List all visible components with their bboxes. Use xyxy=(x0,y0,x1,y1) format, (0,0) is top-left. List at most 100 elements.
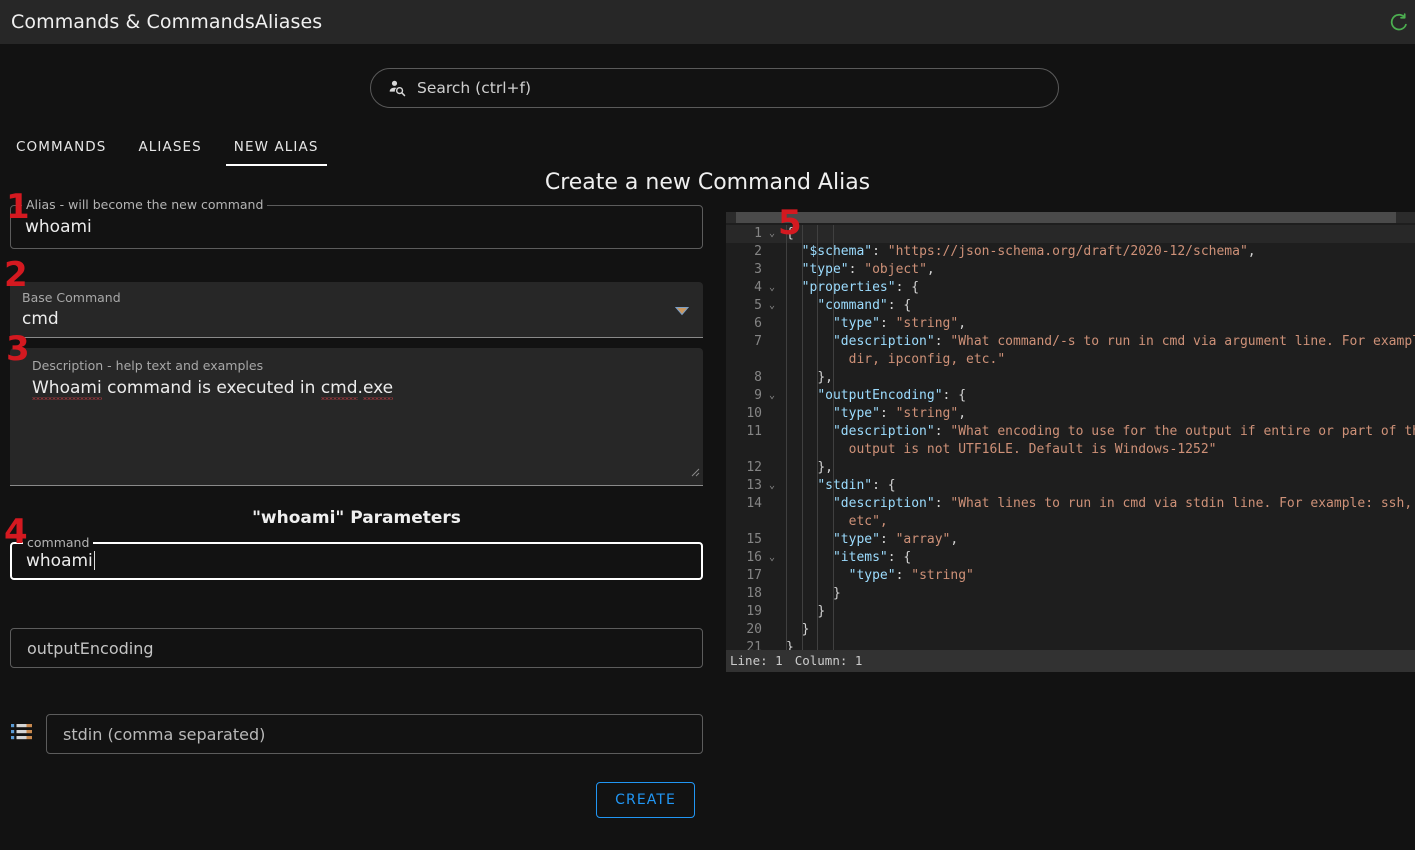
editor-code-line[interactable]: { xyxy=(778,225,1415,243)
command-param-label: command xyxy=(23,536,94,550)
code-token: "type" xyxy=(832,532,880,547)
editor-line-number: 4 ⌄ xyxy=(754,279,775,297)
editor-code-line[interactable]: "type": "object", xyxy=(778,261,1415,279)
editor-line-number xyxy=(726,351,778,369)
editor-code-line[interactable]: } xyxy=(778,603,1415,621)
code-token: : xyxy=(848,262,865,277)
editor-code-line[interactable]: "command": { xyxy=(778,297,1415,315)
annotation-marker-2: 2 xyxy=(4,255,28,295)
command-param-text: whoami xyxy=(26,551,93,571)
code-token: : xyxy=(879,406,896,421)
editor-line-number: 14 xyxy=(746,496,762,511)
editor-code-line[interactable]: "properties": { xyxy=(778,279,1415,297)
code-token: "outputEncoding" xyxy=(817,388,943,403)
annotation-marker-5: 5 xyxy=(778,203,802,243)
code-token: , xyxy=(958,406,967,421)
editor-line-number: 18 xyxy=(746,586,762,601)
code-token: "string" xyxy=(895,316,959,331)
editor-line-indicator: Line: 1 xyxy=(730,653,783,668)
json-schema-editor[interactable]: 1 ⌄ 2 3 4 ⌄ 5 ⌄ 6 7 8 9 ⌄ 10 11 12 13 ⌄ 14 15 16 ⌄ 17 18 19 20 21 … xyxy=(726,212,1415,672)
code-token: "https://json-schema.org/draft/2020-12/s… xyxy=(887,244,1248,259)
code-token: }, xyxy=(817,460,833,475)
stdin-param-field[interactable]: stdin (comma separated) xyxy=(46,714,703,754)
editor-code-line[interactable]: "type": "string", xyxy=(778,315,1415,333)
editor-code-line[interactable]: "description": "What encoding to use for… xyxy=(778,423,1415,441)
chevron-down-icon[interactable]: ⌄ xyxy=(769,549,775,567)
form-heading: Create a new Command Alias xyxy=(544,170,871,195)
editor-line-number: 12 xyxy=(746,460,762,475)
code-token: , xyxy=(950,532,959,547)
command-param-field[interactable]: command whoami xyxy=(10,536,703,580)
code-token: "description" xyxy=(832,334,935,349)
editor-code-line[interactable]: dir, ipconfig, etc." xyxy=(778,351,1415,369)
description-field[interactable]: Description - help text and examples Who… xyxy=(10,348,703,486)
page-title: Commands & CommandsAliases xyxy=(11,11,323,33)
code-token: "stdin" xyxy=(817,478,873,493)
code-token: "description" xyxy=(832,424,935,439)
list-icon[interactable] xyxy=(10,722,34,746)
alias-field[interactable]: Alias - will become the new command whoa… xyxy=(10,198,703,249)
alias-field-value: whoami xyxy=(25,217,92,237)
chevron-down-icon[interactable]: ⌄ xyxy=(769,279,775,297)
editor-code-line[interactable]: "type": "array", xyxy=(778,531,1415,549)
editor-line-number: 7 xyxy=(754,334,762,349)
annotation-marker-3: 3 xyxy=(6,329,30,369)
create-button[interactable]: CREATE xyxy=(596,782,695,818)
code-token: "type" xyxy=(832,406,880,421)
chevron-down-icon[interactable] xyxy=(674,300,690,319)
editor-code-line[interactable]: } xyxy=(778,639,1415,650)
scrollbar-thumb[interactable] xyxy=(736,212,1396,223)
editor-line-number: 15 xyxy=(746,532,762,547)
editor-line-number: 19 xyxy=(746,604,762,619)
editor-code-line[interactable]: "description": "What lines to run in cmd… xyxy=(778,495,1415,513)
code-token: : { xyxy=(887,550,912,565)
editor-code-area[interactable]: 1 ⌄ 2 3 4 ⌄ 5 ⌄ 6 7 8 9 ⌄ 10 11 12 13 ⌄ 14 15 16 ⌄ 17 18 19 20 21 … xyxy=(726,223,1415,655)
editor-line-number: 11 xyxy=(746,424,762,439)
editor-code-line[interactable]: "description": "What command/-s to run i… xyxy=(778,333,1415,351)
editor-code-line[interactable]: "type": "string" xyxy=(778,567,1415,585)
description-word-0: Whoami xyxy=(32,378,102,398)
base-command-field[interactable]: Base Command cmd xyxy=(10,282,703,338)
refresh-button[interactable] xyxy=(1388,11,1415,33)
resize-handle[interactable] xyxy=(688,462,700,481)
output-encoding-placeholder: outputEncoding xyxy=(27,638,154,658)
refresh-icon xyxy=(1390,13,1407,31)
editor-code-line[interactable]: } xyxy=(778,585,1415,603)
output-encoding-param-field[interactable]: outputEncoding xyxy=(10,628,703,668)
search-placeholder: Search (ctrl+f) xyxy=(417,79,531,97)
editor-code-line[interactable]: }, xyxy=(778,459,1415,477)
search-input[interactable]: Search (ctrl+f) xyxy=(370,68,1059,108)
chevron-down-icon[interactable]: ⌄ xyxy=(769,477,775,495)
code-token: : xyxy=(934,334,951,349)
editor-code-line[interactable]: "$schema": "https://json-schema.org/draf… xyxy=(778,243,1415,261)
chevron-down-icon[interactable]: ⌄ xyxy=(769,225,775,243)
parameters-heading: "whoami" Parameters xyxy=(252,508,461,528)
editor-code-line[interactable]: etc", xyxy=(778,513,1415,531)
code-token: , xyxy=(1247,244,1256,259)
code-token: } xyxy=(817,604,826,619)
editor-line-number: 13 ⌄ xyxy=(746,477,775,495)
description-word-4: exe xyxy=(362,378,394,398)
editor-line-number: 17 xyxy=(746,568,762,583)
tab-new-alias[interactable]: NEW ALIAS xyxy=(218,139,335,166)
editor-horizontal-scrollbar[interactable] xyxy=(726,212,1415,223)
chevron-down-icon[interactable]: ⌄ xyxy=(769,387,775,405)
editor-code-line[interactable]: } xyxy=(778,621,1415,639)
code-token: } xyxy=(832,586,841,601)
code-token: : { xyxy=(872,478,896,493)
editor-code-line[interactable]: "type": "string", xyxy=(778,405,1415,423)
editor-code-content[interactable]: { "$schema": "https://json-schema.org/dr… xyxy=(778,223,1415,650)
editor-code-line[interactable]: "outputEncoding": { xyxy=(778,387,1415,405)
description-word-2: cmd xyxy=(320,378,358,398)
editor-code-line[interactable]: }, xyxy=(778,369,1415,387)
tab-aliases[interactable]: ALIASES xyxy=(122,139,217,166)
editor-code-line[interactable]: output is not UTF16LE. Default is Window… xyxy=(778,441,1415,459)
code-token: : { xyxy=(895,280,920,295)
code-token: output is not UTF16LE. Default is Window… xyxy=(848,442,1217,457)
chevron-down-icon[interactable]: ⌄ xyxy=(769,297,775,315)
editor-code-line[interactable]: "items": { xyxy=(778,549,1415,567)
person-search-icon xyxy=(389,80,406,97)
code-token: "What command/-s to run in cmd via argum… xyxy=(950,334,1415,349)
editor-code-line[interactable]: "stdin": { xyxy=(778,477,1415,495)
tab-commands[interactable]: COMMANDS xyxy=(0,139,122,166)
